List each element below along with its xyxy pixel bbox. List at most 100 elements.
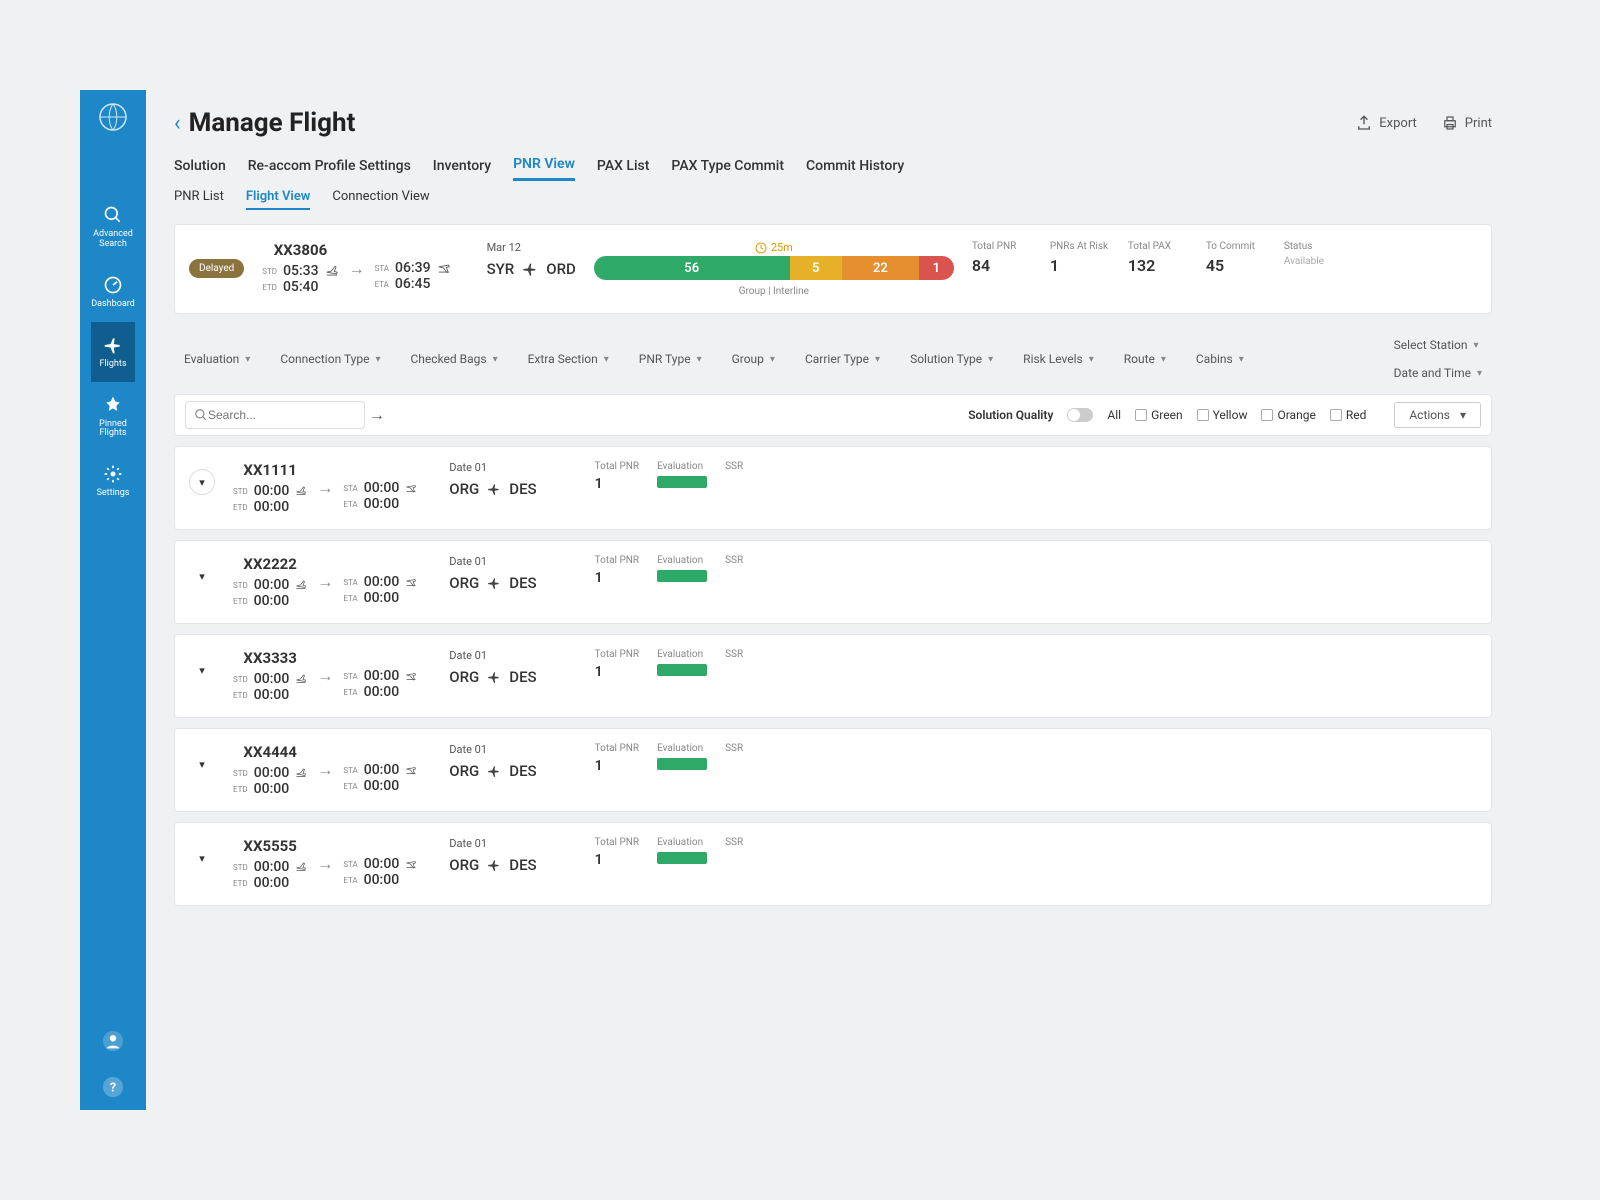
chevron-down-icon: ▾ [988, 354, 993, 365]
search-icon [194, 408, 208, 422]
expand-button[interactable]: ▾ [189, 563, 215, 589]
help-icon[interactable]: ? [100, 1074, 126, 1100]
gear-icon [102, 463, 124, 485]
sidebar-item-dashboard[interactable]: Dashboard [91, 262, 135, 322]
search-input-wrap[interactable]: → [185, 401, 365, 429]
filter-extra-section[interactable]: Extra Section▾ [522, 334, 615, 384]
evaluation-bar [657, 476, 707, 488]
pnr-distribution-bar: 56 5 22 1 [594, 256, 954, 280]
tab-re-accom-profile-settings[interactable]: Re-accom Profile Settings [248, 158, 411, 180]
departure-icon [295, 485, 307, 497]
filter-route[interactable]: Route▾ [1118, 334, 1172, 384]
search-icon [102, 204, 124, 226]
dest-code: ORD [546, 260, 576, 278]
plane-icon [487, 858, 501, 872]
subtab-flight-view[interactable]: Flight View [246, 189, 311, 210]
filter-pnr-type[interactable]: PNR Type▾ [633, 334, 708, 384]
flight-row: ▾ XX1111 STD00:00 ETD00:00 → STA00:00 ET… [174, 446, 1492, 530]
flight-row: ▾ XX3333 STD00:00 ETD00:00 → STA00:00 ET… [174, 634, 1492, 718]
route-block: Mar 12 SYR ORD [487, 241, 576, 297]
chevron-down-icon: ▾ [1161, 354, 1166, 365]
filter-group[interactable]: Group▾ [726, 334, 781, 384]
arrow-icon: → [317, 666, 333, 686]
arrow-icon: → [349, 259, 365, 279]
tab-commit-history[interactable]: Commit History [806, 158, 904, 180]
row-flight-number: XX3333 [233, 649, 307, 667]
row-total-pnr: 1 [595, 758, 639, 774]
plane-icon [522, 261, 538, 277]
arrow-icon: → [317, 854, 333, 874]
page-title: Manage Flight [189, 108, 356, 138]
evaluation-bar [657, 664, 707, 676]
search-input[interactable] [208, 408, 363, 422]
tab-inventory[interactable]: Inventory [433, 158, 491, 180]
chevron-down-icon: ▾ [875, 354, 880, 365]
flight-row: ▾ XX2222 STD00:00 ETD00:00 → STA00:00 ET… [174, 540, 1492, 624]
print-label: Print [1465, 116, 1492, 131]
tabs: Solution Re-accom Profile Settings Invento… [174, 156, 1492, 181]
filter-checked-bags[interactable]: Checked Bags▾ [405, 334, 504, 384]
search-go-button[interactable]: → [369, 405, 385, 425]
subtab-connection-view[interactable]: Connection View [332, 189, 429, 210]
subtab-pnr-list[interactable]: PNR List [174, 189, 224, 210]
expand-button[interactable]: ▾ [189, 657, 215, 683]
quality-toggle[interactable] [1067, 408, 1093, 422]
filter-bar: Evaluation▾ Connection Type▾ Checked Bags▾… [174, 328, 1492, 394]
filter-risk-levels[interactable]: Risk Levels▾ [1017, 334, 1100, 384]
filter-select-station[interactable]: Select Station▾ [1388, 334, 1488, 356]
arrow-icon: → [317, 572, 333, 592]
bar-caption: Group | Interline [739, 286, 809, 297]
back-button[interactable]: ‹ [174, 111, 181, 136]
export-button[interactable]: Export [1355, 114, 1417, 132]
sidebar-item-plane[interactable]: Flights [91, 322, 135, 382]
origin-code: SYR [487, 260, 515, 278]
plane-icon [487, 482, 501, 496]
arrival-icon [405, 764, 417, 776]
departure-icon [295, 861, 307, 873]
print-button[interactable]: Print [1441, 114, 1492, 132]
evaluation-bar [657, 570, 707, 582]
chevron-down-icon: ▾ [697, 354, 702, 365]
filter-carrier-type[interactable]: Carrier Type▾ [799, 334, 886, 384]
expand-button[interactable]: ▾ [189, 751, 215, 777]
flight-date: Mar 12 [487, 241, 576, 254]
filter-connection-type[interactable]: Connection Type▾ [274, 334, 386, 384]
arrival-icon [405, 576, 417, 588]
plane-icon [487, 576, 501, 590]
expand-button[interactable]: ▾ [189, 469, 215, 495]
quality-checkbox-red[interactable]: Red [1330, 408, 1367, 422]
chevron-down-icon: ▾ [1477, 368, 1482, 379]
user-icon[interactable] [100, 1028, 126, 1054]
filter-evaluation[interactable]: Evaluation▾ [178, 334, 256, 384]
row-flight-number: XX1111 [233, 461, 307, 479]
row-total-pnr: 1 [595, 852, 639, 868]
filter-cabins[interactable]: Cabins▾ [1190, 334, 1250, 384]
actions-dropdown[interactable]: Actions ▾ [1394, 402, 1481, 428]
expand-button[interactable]: ▾ [189, 845, 215, 871]
status-badge: Delayed [189, 259, 244, 278]
quality-checkbox-orange[interactable]: Orange [1261, 408, 1315, 422]
quality-checkbox-green[interactable]: Green [1135, 408, 1182, 422]
sidebar-item-search[interactable]: AdvancedSearch [91, 192, 135, 262]
quality-all: All [1107, 408, 1121, 422]
filter-date-and-time[interactable]: Date and Time▾ [1388, 362, 1488, 384]
quality-checkbox-yellow[interactable]: Yellow [1197, 408, 1248, 422]
tab-pax-list[interactable]: PAX List [597, 158, 650, 180]
tab-solution[interactable]: Solution [174, 158, 226, 180]
plane-icon [102, 334, 124, 356]
chevron-down-icon: ▾ [493, 354, 498, 365]
pin-icon [102, 394, 124, 416]
flight-list: ▾ XX1111 STD00:00 ETD00:00 → STA00:00 ET… [174, 446, 1492, 906]
chevron-down-icon: ▾ [1239, 354, 1244, 365]
sidebar-item-gear[interactable]: Settings [91, 451, 135, 511]
tab-pnr-view[interactable]: PNR View [513, 156, 575, 181]
flight-summary-card: Delayed XX3806 STD05:33 ETD05:40 → STA06… [174, 224, 1492, 314]
row-total-pnr: 1 [595, 476, 639, 492]
filter-solution-type[interactable]: Solution Type▾ [904, 334, 999, 384]
subtabs: PNR List Flight View Connection View [174, 189, 1492, 210]
pnr-at-risk: 1 [1050, 256, 1059, 275]
sidebar-item-pin[interactable]: PinnedFlights [91, 382, 135, 452]
tab-pax-type-commit[interactable]: PAX Type Commit [671, 158, 784, 180]
plane-icon [487, 670, 501, 684]
print-icon [1441, 114, 1459, 132]
